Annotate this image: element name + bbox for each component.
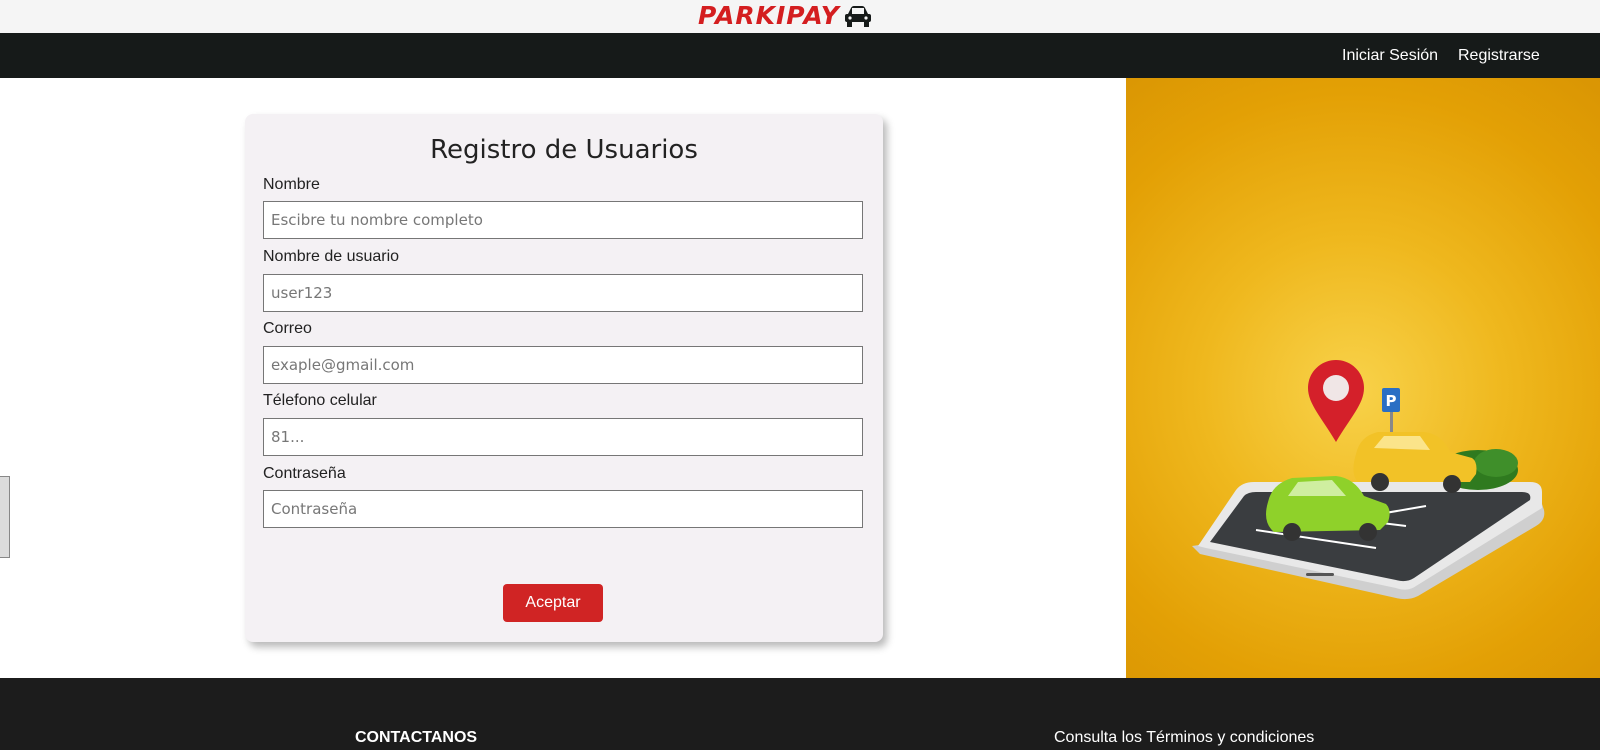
email-label: Correo <box>263 320 312 337</box>
logo-text: PARKIPAY <box>698 1 840 30</box>
parkipay-logo[interactable]: PARKIPAY <box>698 2 874 30</box>
side-feedback-tab[interactable] <box>0 476 10 558</box>
hero-illustration: P <box>1192 360 1545 600</box>
nav-login-link[interactable]: Iniciar Sesión <box>1342 46 1438 66</box>
phone-label: Télefono celular <box>263 392 377 409</box>
car-icon <box>844 6 871 27</box>
footer: CONTACTANOS Consulta los Términos y cond… <box>0 678 1600 750</box>
footer-contact-heading: CONTACTANOS <box>355 729 478 746</box>
location-pin-icon <box>1308 360 1364 442</box>
top-bar: PARKIPAY <box>0 0 1600 33</box>
registration-card: Registro de Usuarios Nombre Nombre de us… <box>245 114 883 642</box>
parking-sign-letter: P <box>1386 392 1397 410</box>
username-input[interactable] <box>263 274 863 312</box>
accept-button[interactable]: Aceptar <box>503 584 603 622</box>
password-label: Contraseña <box>263 465 346 482</box>
username-label: Nombre de usuario <box>263 248 400 265</box>
password-input[interactable] <box>263 490 863 528</box>
email-input[interactable] <box>263 346 863 384</box>
hero-image: P <box>1126 78 1600 678</box>
main-content: Registro de Usuarios Nombre Nombre de us… <box>0 78 1600 678</box>
name-label: Nombre <box>263 176 320 193</box>
nav-register-link[interactable]: Registrarse <box>1458 46 1540 66</box>
name-input[interactable] <box>263 201 863 239</box>
footer-terms-link[interactable]: Consulta los Términos y condiciones <box>1054 729 1314 747</box>
phone-input[interactable] <box>263 418 863 456</box>
navbar: Iniciar Sesión Registrarse <box>0 33 1600 78</box>
form-title: Registro de Usuarios <box>430 135 698 165</box>
